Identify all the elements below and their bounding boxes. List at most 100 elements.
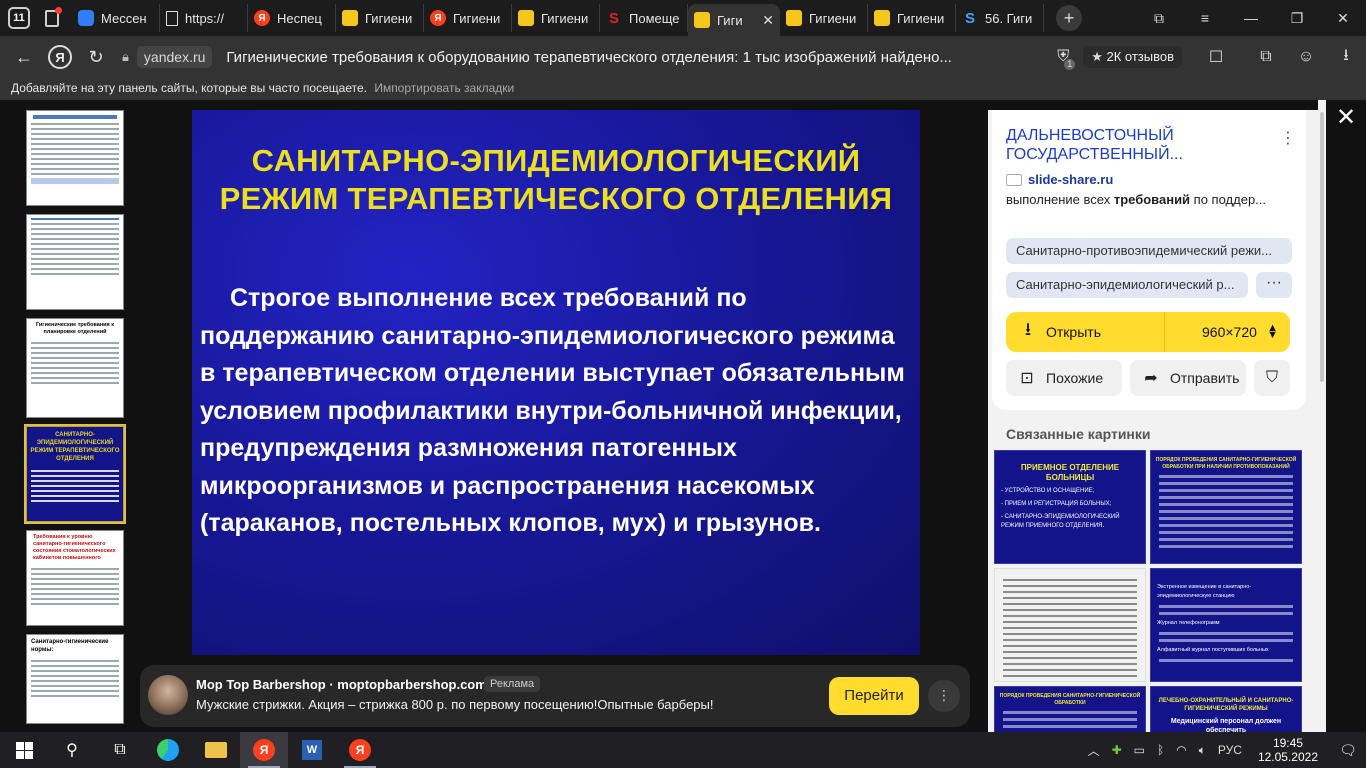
extensions-icon[interactable]: ⧉ xyxy=(1246,36,1286,78)
volume-icon[interactable]: 🔈︎ xyxy=(1199,743,1206,758)
related-image[interactable]: Экстренное извещение в санитарно-эпидеми… xyxy=(1150,568,1302,682)
language-indicator[interactable]: РУС xyxy=(1218,743,1242,757)
word-icon[interactable]: W xyxy=(288,732,336,768)
new-tab-button[interactable]: + xyxy=(1056,5,1082,31)
page-title[interactable]: Гигиенические требования к оборудованию … xyxy=(226,49,996,66)
ad-go-button[interactable]: Перейти xyxy=(829,677,919,715)
related-image[interactable]: ПРИЕМНОЕ ОТДЕЛЕНИЕ БОЛЬНИЦЫ - УСТРОЙСТВО… xyxy=(994,450,1146,564)
tab-4[interactable]: Гигиени xyxy=(336,4,424,32)
tag-chip[interactable]: Санитарно-эпидемиологический р... xyxy=(1006,272,1248,298)
related-image[interactable] xyxy=(994,568,1146,682)
yandex-button[interactable]: Я xyxy=(42,39,78,75)
task-view-icon[interactable]: ⧉ xyxy=(96,732,144,768)
import-bookmarks-link[interactable]: Импортировать закладки xyxy=(374,81,514,95)
menu-icon[interactable]: ≡ xyxy=(1182,0,1228,36)
tag-chip[interactable]: Санитарно-противоэпидемический режи... xyxy=(1006,238,1292,264)
tab-active[interactable]: Гиги ✕ xyxy=(688,4,780,36)
slide-title: САНИТАРНО-ЭПИДЕМИОЛОГИЧЕСКИЙ РЕЖИМ ТЕРАПЕ… xyxy=(192,142,920,218)
network-icon[interactable]: ◠ xyxy=(1176,743,1186,757)
open-button[interactable]: ⭳ Открыть 960×720 ▲ ▼ xyxy=(1006,312,1290,352)
tab-list: Мессен https:// Я Неспец Гигиени Я Гигиени… xyxy=(72,0,1044,36)
tab-7[interactable]: S Помеще xyxy=(600,4,688,32)
restore-icon[interactable]: ❐ xyxy=(1274,0,1320,36)
ad-title[interactable]: Mop Top Barbershop · moptopbarbershop.co… xyxy=(196,677,487,692)
tab-3[interactable]: Я Неспец xyxy=(248,4,336,32)
related-image[interactable]: ПОРЯДОК ПРОВЕДЕНИЯ САНИТАРНО-ГИГИЕНИЧЕСК… xyxy=(1150,450,1302,564)
ad-banner[interactable]: Mop Top Barbershop · moptopbarbershop.co… xyxy=(140,665,970,727)
yandex-browser-taskbar-icon[interactable]: Я xyxy=(240,732,288,768)
search-icon[interactable]: ⚲ xyxy=(48,732,96,768)
related-title: ЛЕЧЕБНО-ОХРАНИТЕЛЬНЫЙ И САНИТАРНО-ГИГИЕН… xyxy=(1158,698,1294,712)
image-viewer: Гигиенические требования к планировке от… xyxy=(0,100,1366,732)
battery-icon[interactable]: ▭ xyxy=(1134,743,1145,757)
profile-icon[interactable]: ☺ xyxy=(1286,36,1326,78)
thumbnail[interactable] xyxy=(26,110,124,206)
back-arrow-icon[interactable]: ← xyxy=(6,39,42,75)
slide-body: Строгое выполнение всех требований по по… xyxy=(200,284,905,537)
close-window-icon[interactable]: ✕ xyxy=(1320,0,1366,36)
date: 12.05.2022 xyxy=(1257,750,1318,764)
related-title: ПРИЕМНОЕ ОТДЕЛЕНИЕ БОЛЬНИЦЫ xyxy=(1020,463,1120,482)
start-button[interactable] xyxy=(0,732,48,768)
bookmark-button[interactable]: ⛉ xyxy=(1254,360,1290,396)
tab-count-button[interactable]: 11 xyxy=(8,7,30,29)
protect-icon[interactable]: ⛨ 1 xyxy=(1043,36,1083,78)
collections-icon[interactable]: ⧉ xyxy=(1136,0,1182,36)
tab-label: Гигиени xyxy=(809,10,857,26)
thumbnail[interactable] xyxy=(26,214,124,310)
more-tags-button[interactable]: ··· xyxy=(1256,272,1292,298)
more-icon[interactable]: ⋮ xyxy=(928,680,960,712)
panel-scroll-thumb[interactable] xyxy=(1320,112,1324,382)
new-tab-page-icon[interactable] xyxy=(38,4,66,32)
thumbnail[interactable]: Санитарно-гигиенические нормы: xyxy=(26,634,124,724)
source-title[interactable]: ДАЛЬНЕВОСТОЧНЫЙ ГОСУДАРСТВЕННЫЙ... xyxy=(1006,126,1276,164)
reload-icon[interactable]: ↻ xyxy=(78,39,114,75)
thumbnail[interactable]: Требования к уровню санитарно-гигиеничес… xyxy=(26,530,124,626)
tab-label: Гиги xyxy=(717,12,743,28)
size-selector[interactable]: 960×720 xyxy=(1202,324,1257,340)
bookmark-icon[interactable]: ☐ xyxy=(1196,36,1236,78)
yandex-browser-taskbar-icon-2[interactable]: Я xyxy=(336,732,384,768)
bluetooth-icon[interactable]: ᛒ xyxy=(1157,743,1164,757)
tab-10[interactable]: Гигиени xyxy=(868,4,956,32)
file-explorer-icon[interactable] xyxy=(192,732,240,768)
close-viewer-icon[interactable]: ✕ xyxy=(1334,106,1358,130)
tab-9[interactable]: Гигиени xyxy=(780,4,868,32)
ad-text: Мужские стрижки. Акция – стрижка 800 р. … xyxy=(196,697,714,712)
tab-11[interactable]: S 56. Гиги xyxy=(956,4,1044,32)
notifications-icon[interactable]: 🗨︎ xyxy=(1330,742,1366,759)
related-line: Алфавитный журнал поступивших больных xyxy=(1157,647,1269,653)
edge-icon[interactable] xyxy=(144,732,192,768)
domain-label[interactable]: yandex.ru xyxy=(136,46,213,68)
similar-button[interactable]: ⊡ Похожие xyxy=(1006,360,1122,396)
lock-icon[interactable]: 🔒︎ xyxy=(122,49,129,65)
related-image[interactable]: ЛЕЧЕБНО-ОХРАНИТЕЛЬНЫЙ И САНИТАРНО-ГИГИЕН… xyxy=(1150,686,1302,732)
tab-label: Мессен xyxy=(101,10,147,26)
windows-logo-icon xyxy=(15,741,33,759)
more-icon[interactable]: ⋮ xyxy=(1280,128,1296,148)
clock[interactable]: 19:45 12.05.2022 xyxy=(1258,736,1318,764)
tab-2[interactable]: https:// xyxy=(160,4,248,32)
show-hidden-icons-icon[interactable]: ︿ xyxy=(1088,742,1100,759)
thumbnail[interactable]: Гигиенические требования к планировке от… xyxy=(26,318,124,418)
minimize-icon[interactable]: — xyxy=(1228,0,1274,36)
related-line: Медицинский персонал должен обеспечить xyxy=(1170,718,1282,732)
tab-6[interactable]: Гигиени xyxy=(512,4,600,32)
thumbnail-active[interactable]: САНИТАРНО-ЭПИДЕМИОЛОГИЧЕСКИЙ РЕЖИМ ТЕРАП… xyxy=(24,424,126,524)
tab-5[interactable]: Я Гигиени xyxy=(424,4,512,32)
source-link[interactable]: slide-share.ru xyxy=(1006,172,1113,187)
slide-title-line-2: РЕЖИМ ТЕРАПЕВТИЧЕСКОГО ОТДЕЛЕНИЯ xyxy=(219,181,893,216)
download-icon[interactable]: ⭳ xyxy=(1326,36,1366,78)
thumbnail-strip: Гигиенические требования к планировке от… xyxy=(24,110,126,732)
tab-1[interactable]: Мессен xyxy=(72,4,160,32)
related-image[interactable]: ПОРЯДОК ПРОВЕДЕНИЯ САНИТАРНО-ГИГИЕНИЧЕСК… xyxy=(994,686,1146,732)
size-arrows-icon[interactable]: ▲ ▼ xyxy=(1267,323,1278,341)
address-bar: ← Я ↻ 🔒︎ yandex.ru Гигиенические требова… xyxy=(0,36,1366,78)
share-button[interactable]: ➦ Отправить xyxy=(1130,360,1246,396)
similar-search-icon: ⊡ xyxy=(1020,370,1034,387)
security-icon[interactable]: ✚ xyxy=(1112,743,1122,757)
reviews-button[interactable]: ★ 2К отзывов xyxy=(1083,46,1182,68)
slide-image[interactable]: САНИТАРНО-ЭПИДЕМИОЛОГИЧЕСКИЙ РЕЖИМ ТЕРАПЕ… xyxy=(192,110,920,655)
close-tab-icon[interactable]: ✕ xyxy=(762,12,774,29)
bookmark-icon: ⛉ xyxy=(1265,369,1278,386)
